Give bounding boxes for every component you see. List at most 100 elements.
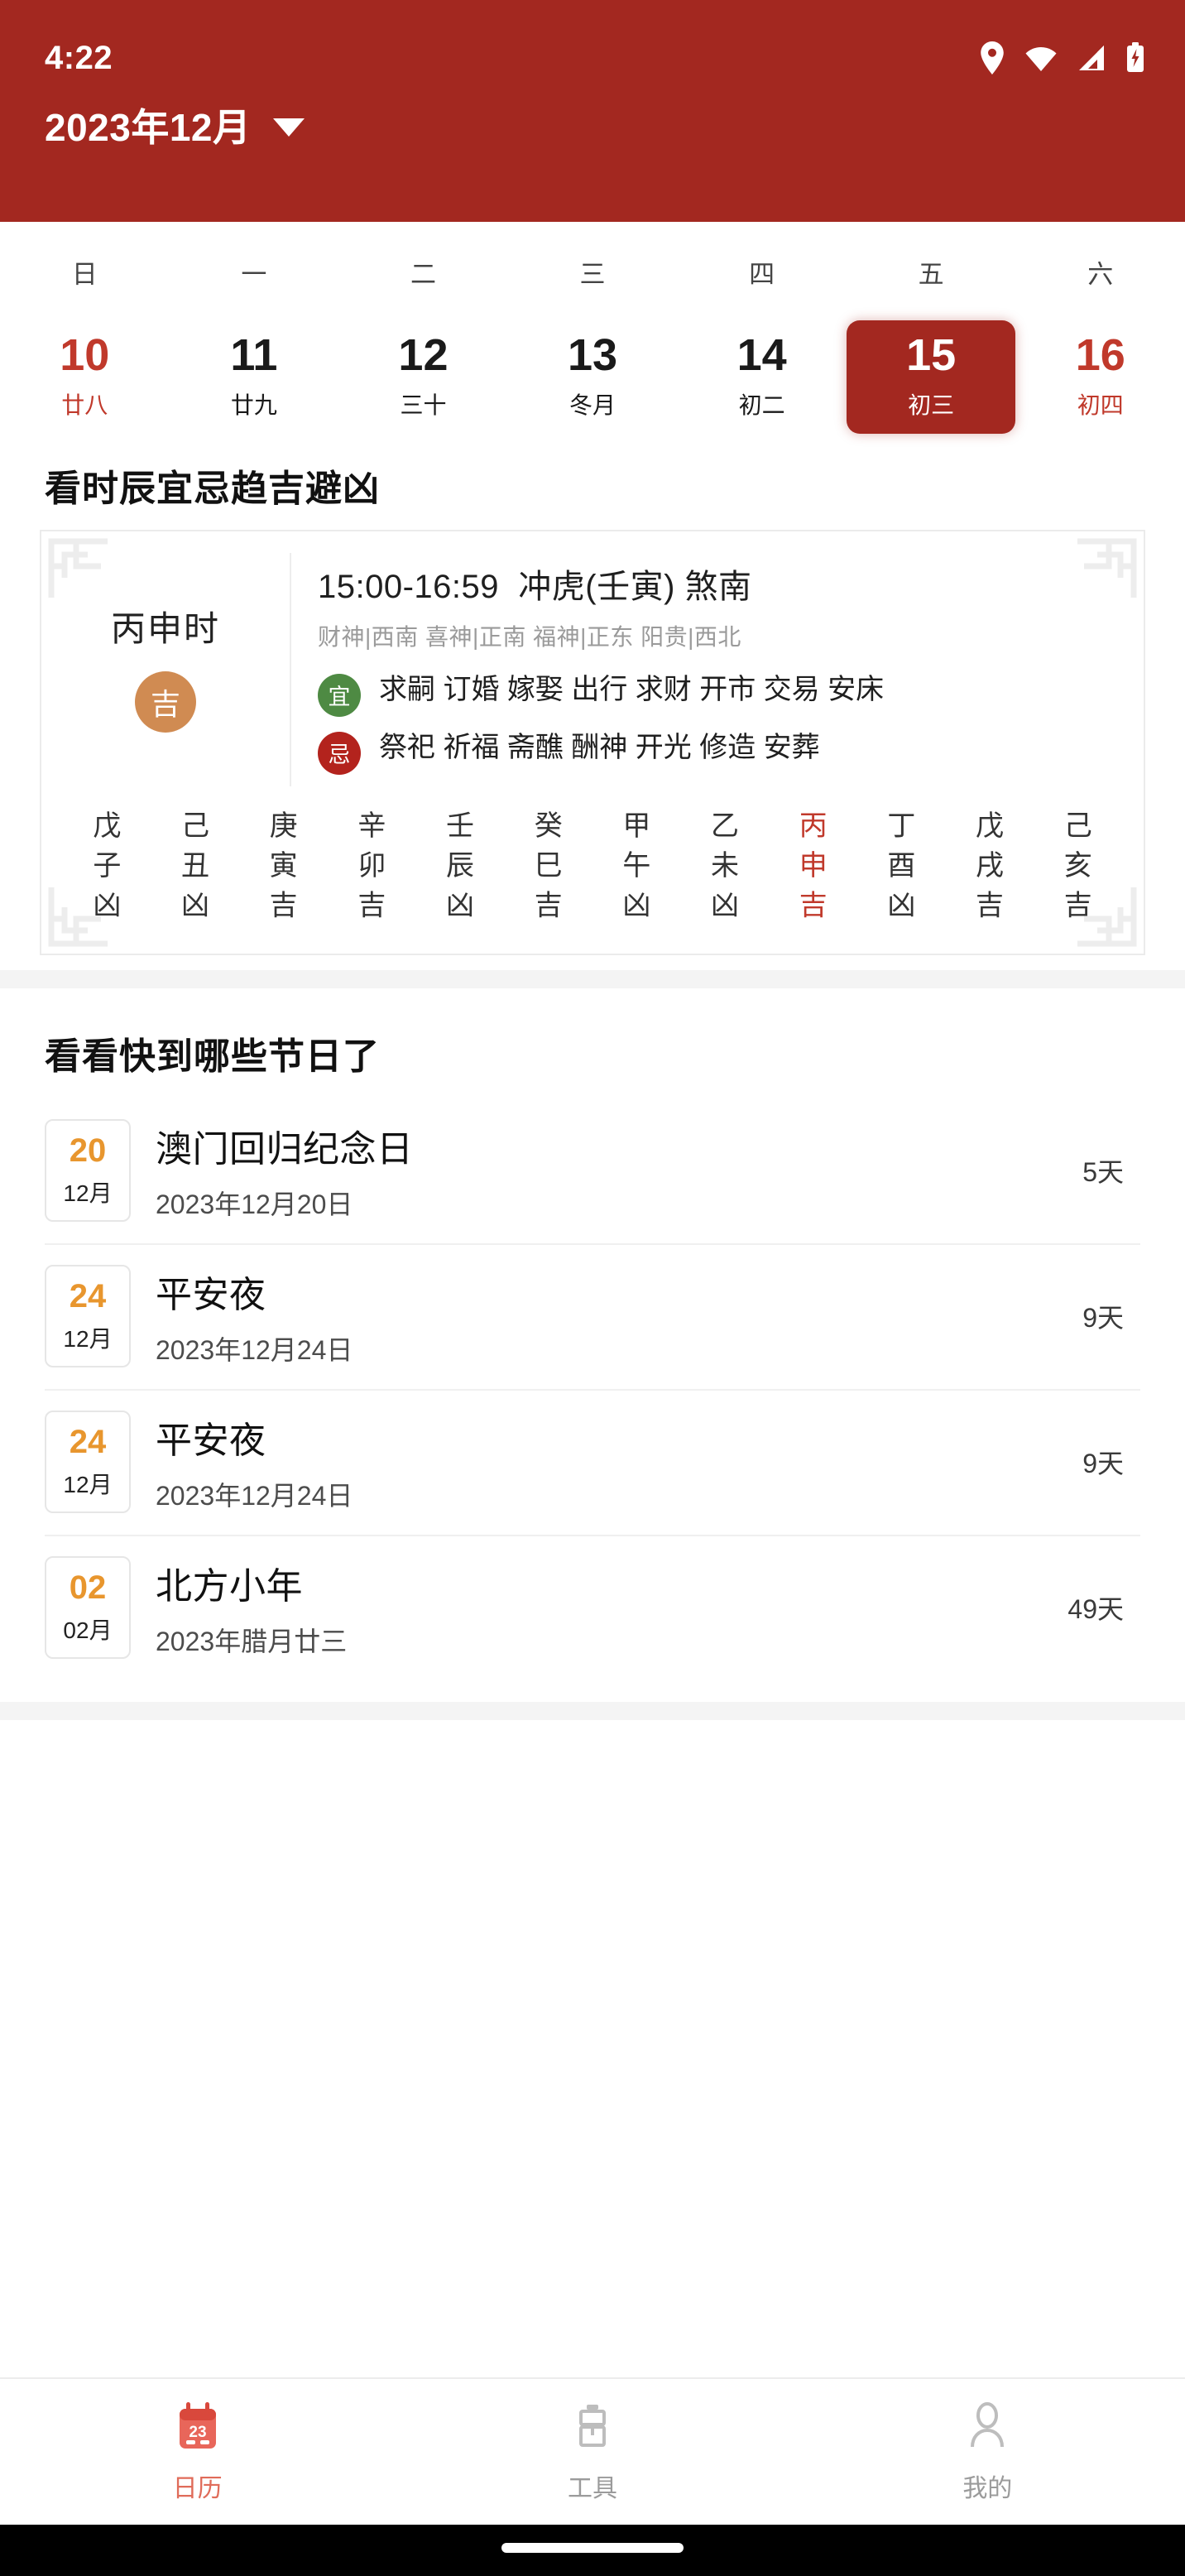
holiday-row[interactable]: 24 12月 平安夜 2023年12月24日 9天 (0, 1243, 1185, 1389)
hour-branch: 午 (622, 849, 651, 882)
hour-stem: 壬 (446, 810, 475, 842)
yi-ji-block: 宜 求嗣 订婚 嫁娶 出行 求财 开市 交易 安床 忌 祭祀 祈福 斋醮 酬神 … (318, 670, 1127, 775)
wifi-icon (1024, 45, 1058, 71)
date-number: 13 (567, 330, 618, 380)
holiday-row[interactable]: 02 02月 北方小年 2023年腊月廿三 49天 (0, 1535, 1185, 1680)
hour-cell[interactable]: 戊 戌 吉 (946, 806, 1034, 926)
holiday-chip-day: 20 (69, 1132, 107, 1170)
calendar-icon: 23 (175, 2401, 221, 2456)
hour-cell-selected[interactable]: 丙 申 吉 (769, 806, 857, 926)
holiday-row[interactable]: 20 12月 澳门回归纪念日 2023年12月20日 5天 (0, 1098, 1185, 1243)
fret-ornament-icon (1074, 530, 1145, 605)
holiday-chip-month: 12月 (63, 1180, 113, 1207)
section-divider (0, 970, 1185, 989)
date-number: 12 (398, 330, 449, 380)
hour-stem: 戊 (93, 810, 122, 842)
hour-luck: 凶 (446, 890, 475, 922)
holiday-date-chip: 02 02月 (45, 1556, 131, 1660)
holiday-row[interactable]: 24 12月 平安夜 2023年12月24日 9天 (0, 1389, 1185, 1535)
hour-stem: 丙 (799, 810, 828, 842)
fortune-card[interactable]: 丙申时 吉 15:00-16:59 冲虎(壬寅) 煞南 财神|西南 喜神|正南 … (40, 529, 1145, 956)
holiday-date-chip: 24 12月 (45, 1411, 131, 1514)
hour-branch: 申 (799, 849, 828, 882)
fret-ornament-icon (40, 880, 111, 955)
date-cell-selected[interactable]: 15 初三 (846, 320, 1016, 434)
hour-stem: 癸 (534, 810, 563, 842)
date-number: 16 (1075, 330, 1125, 380)
hour-cell[interactable]: 壬 辰 凶 (416, 806, 505, 926)
date-lunar: 初四 (1077, 392, 1124, 418)
holiday-date: 2023年腊月廿三 (156, 1627, 348, 1657)
nav-item-tools[interactable]: 工具 (395, 2401, 789, 2504)
holiday-date: 2023年12月20日 (156, 1189, 353, 1220)
holiday-chip-day: 02 (69, 1569, 107, 1607)
hour-name: 丙申时 (110, 608, 220, 648)
chevron-down-icon[interactable] (272, 118, 305, 137)
fortune-card-wrapper: 丙申时 吉 15:00-16:59 冲虎(壬寅) 煞南 财神|西南 喜神|正南 … (0, 512, 1185, 956)
ji-badge: 忌 (318, 731, 361, 775)
holiday-section: 看看快到哪些节日了 20 12月 澳门回归纪念日 2023年12月20日 5天 … (0, 988, 1185, 1681)
hour-cell[interactable]: 辛 卯 吉 (328, 806, 416, 926)
section-divider-bottom (0, 1702, 1185, 1721)
hour-branch: 未 (711, 849, 740, 882)
holiday-name: 澳门回归纪念日 (156, 1129, 414, 1170)
fret-ornament-icon (1074, 880, 1145, 955)
holiday-name: 北方小年 (156, 1566, 303, 1608)
holiday-text-block: 澳门回归纪念日 2023年12月20日 (156, 1119, 1082, 1222)
nav-item-profile[interactable]: 我的 (790, 2401, 1185, 2504)
bottom-navigation: 23 日历 工具 我的 (0, 2377, 1185, 2525)
hour-stem: 乙 (711, 810, 740, 842)
date-cell[interactable]: 12 三十 (338, 320, 508, 434)
date-cell[interactable]: 11 廿九 (170, 320, 339, 434)
holiday-countdown: 9天 (1082, 1449, 1124, 1479)
date-cell[interactable]: 16 初四 (1015, 320, 1185, 434)
holiday-countdown: 49天 (1067, 1594, 1124, 1625)
holiday-date-chip: 24 12月 (45, 1265, 131, 1368)
signal-icon (1077, 45, 1106, 71)
date-lunar: 初二 (738, 392, 785, 418)
status-clock: 4:22 (45, 39, 113, 76)
holiday-countdown: 9天 (1082, 1303, 1124, 1334)
date-number: 15 (906, 330, 957, 380)
nav-label-profile: 我的 (962, 2474, 1013, 2502)
holiday-chip-day: 24 (69, 1424, 107, 1461)
weekday-sat: 六 (1087, 260, 1114, 289)
hour-cell[interactable]: 乙 未 凶 (681, 806, 770, 926)
hour-cell[interactable]: 己 丑 凶 (151, 806, 240, 926)
twelve-hour-grid: 戊 子 凶 己 丑 凶 庚 寅 吉 辛 卯 吉 壬 辰 凶 癸 巳 吉 甲 午 … (41, 786, 1144, 954)
hour-cell[interactable]: 庚 寅 吉 (239, 806, 328, 926)
hour-cell[interactable]: 甲 午 凶 (592, 806, 681, 926)
holiday-date-chip: 20 12月 (45, 1119, 131, 1223)
hour-cell[interactable]: 丁 酉 凶 (857, 806, 946, 926)
ji-items: 祭祀 祈福 斋醮 酬神 开光 修造 安葬 (379, 731, 820, 763)
ji-row: 忌 祭祀 祈福 斋醮 酬神 开光 修造 安葬 (318, 728, 1127, 775)
hour-luck: 吉 (976, 890, 1005, 922)
weekday-fri: 五 (918, 260, 944, 289)
hour-stem: 丁 (887, 810, 916, 842)
hour-cell[interactable]: 癸 巳 吉 (504, 806, 592, 926)
date-cell[interactable]: 13 冬月 (508, 320, 678, 434)
date-cell[interactable]: 14 初二 (677, 320, 847, 434)
gesture-bar (0, 2525, 1185, 2576)
month-selector[interactable]: 2023年12月 (0, 79, 1185, 152)
nav-label-calendar: 日历 (172, 2474, 223, 2502)
holiday-text-block: 北方小年 2023年腊月廿三 (156, 1556, 1067, 1659)
battery-charging-icon (1125, 42, 1145, 74)
date-cell[interactable]: 10 廿八 (0, 320, 170, 434)
holiday-name: 平安夜 (156, 1420, 266, 1462)
week-date-row: 10 廿八 11 廿九 12 三十 13 冬月 14 初二 15 初三 16 初… (0, 300, 1185, 450)
holiday-chip-month: 02月 (63, 1617, 113, 1644)
weekday-header: 日 一 二 三 四 五 六 (0, 222, 1185, 300)
fortune-section-title: 看时辰宜忌趋吉避凶 (45, 468, 380, 509)
holiday-text-block: 平安夜 2023年12月24日 (156, 1411, 1082, 1513)
yi-row: 宜 求嗣 订婚 嫁娶 出行 求财 开市 交易 安床 (318, 670, 1127, 717)
hour-stem: 戊 (976, 810, 1005, 842)
hour-luck: 凶 (181, 890, 209, 922)
hour-stem: 辛 (357, 810, 386, 842)
weekday-mon: 一 (241, 260, 267, 289)
page-title: 2023年12月 (45, 106, 252, 149)
hour-branch: 戌 (976, 849, 1005, 882)
time-range-text: 15:00-16:59 (318, 568, 500, 605)
spacer (0, 955, 1185, 971)
nav-item-calendar[interactable]: 23 日历 (0, 2401, 395, 2504)
